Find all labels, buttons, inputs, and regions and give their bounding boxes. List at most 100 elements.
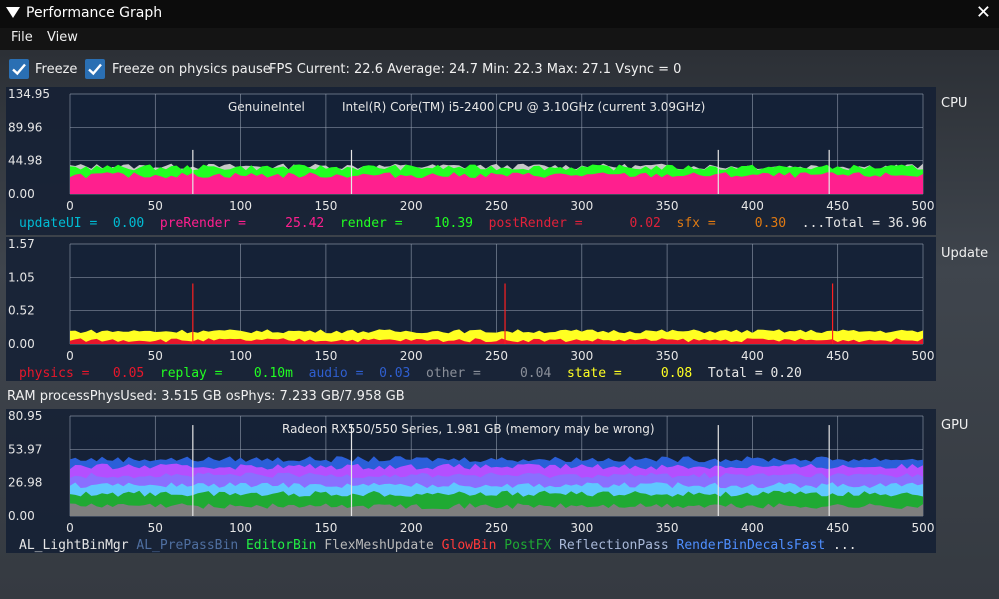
x-tick-label: 150 [314,349,337,363]
ram-readout: RAM processPhysUsed: 3.515 GB osPhys: 7.… [7,389,405,404]
x-tick-label: 350 [656,199,679,213]
cpu-graph: 134.95 89.96 44.98 0.00 0 50 100 150 200 250 300 35… [8,87,935,213]
legend-series-name: EditorBin [245,538,325,553]
x-tick-label: 100 [229,349,252,363]
legend-series-value: 25.42 [261,216,340,231]
check-icon [12,63,26,76]
y-tick-label: 89.96 [8,120,42,134]
gpu-panel-label: GPU [941,418,969,433]
y-tick-label: 26.98 [8,476,42,490]
gpu-graph-panel: 80.95 53.97 26.98 0.00 0 50 100 150 200 250 300 350… [6,409,936,553]
x-tick-label: 400 [741,521,764,535]
legend-series-name: ReflectionPass [559,538,677,553]
legend-series-name: GlowBin [441,538,505,553]
x-tick-label: 400 [741,199,764,213]
freeze-physics-label: Freeze on physics pause [112,62,271,77]
legend-total: ...Total = 36.96 [801,216,927,231]
x-tick-label: 100 [229,199,252,213]
fps-readout: FPS Current: 22.6 Average: 24.7 Min: 22.… [269,62,682,77]
gpu-model: Radeon RX550/550 Series, 1.981 GB (memor… [282,422,655,436]
x-tick-label: 200 [400,521,423,535]
legend-series-name: audio = [308,366,372,381]
cpu-legend: updateUI = 0.00 preRender = 25.42 render… [19,216,927,231]
legend-series-value: 10.39 [410,216,489,231]
update-graph-panel: 1.57 1.05 0.52 0.00 0 50 100 150 200 250 300 350 400… [6,237,936,381]
freeze-label: Freeze [35,62,78,77]
legend-series-value: 0.05 [105,366,160,381]
close-icon[interactable]: ✕ [976,4,991,22]
legend-series-name: AL_PrePassBin [136,538,246,553]
x-tick-label: 0 [66,521,74,535]
update-graph: 1.57 1.05 0.52 0.00 0 50 100 150 200 250 300 350 400… [8,237,935,363]
legend-more: ... [825,538,857,553]
update-panel-label: Update [941,246,989,261]
legend-series-name: updateUI = [19,216,106,231]
legend-series-name: sfx = [676,216,724,231]
legend-series-name: physics = [19,366,106,381]
menu-file[interactable]: File [11,30,33,45]
x-tick-label: 50 [148,199,163,213]
y-tick-label: 0.00 [8,187,35,201]
x-tick-label: 200 [400,349,423,363]
legend-series-value: 0.10m [230,366,309,381]
legend-series-name: other = [426,366,489,381]
triangle-down-icon[interactable] [6,7,20,18]
y-tick-label: 80.95 [8,409,42,423]
y-tick-label: 53.97 [8,442,42,456]
x-tick-label: 150 [314,521,337,535]
x-tick-label: 100 [229,521,252,535]
x-tick-label: 250 [485,349,508,363]
legend-series-value: 0.03 [371,366,427,381]
y-tick-label: 0.00 [8,337,35,351]
x-tick-label: 450 [826,349,849,363]
x-tick-label: 50 [148,349,163,363]
legend-series-name: render = [339,216,411,231]
x-tick-label: 350 [656,521,679,535]
x-tick-label: 500 [912,199,935,213]
x-tick-label: 0 [66,199,74,213]
legend-total: Total = 0.20 [707,366,802,381]
legend-series-name: FlexMeshUpdate [324,538,442,553]
legend-series-name: replay = [159,366,231,381]
legend-series-name: postRender = [488,216,599,231]
legend-series-name: RenderBinDecalsFast [676,538,826,553]
window-title: Performance Graph [26,5,163,21]
x-tick-label: 500 [912,521,935,535]
x-tick-label: 250 [485,199,508,213]
x-tick-label: 300 [570,521,593,535]
x-tick-label: 0 [66,349,74,363]
x-tick-label: 150 [314,199,337,213]
x-tick-label: 300 [570,199,593,213]
x-tick-label: 450 [826,521,849,535]
y-tick-label: 134.95 [8,87,50,101]
cpu-graph-panel: 134.95 89.96 44.98 0.00 0 50 100 150 200 250 300 35… [6,87,936,235]
legend-series-name: preRender = [159,216,262,231]
menu-view[interactable]: View [47,30,78,45]
legend-series-value: 0.02 [598,216,677,231]
x-tick-label: 200 [400,199,423,213]
legend-series-value: 0.30 [723,216,802,231]
x-tick-label: 450 [826,199,849,213]
freeze-checkbox[interactable] [9,59,29,79]
menu-bar: File View [0,28,999,50]
y-tick-label: 0.52 [8,304,35,318]
x-tick-label: 300 [570,349,593,363]
x-tick-label: 500 [912,349,935,363]
check-icon [88,63,102,76]
y-tick-label: 1.57 [8,237,35,251]
y-tick-label: 1.05 [8,270,35,284]
legend-series-value: 0.04 [488,366,567,381]
cpu-vendor: GenuineIntel [228,100,305,114]
cpu-panel-label: CPU [941,96,968,111]
gpu-graph: 80.95 53.97 26.98 0.00 0 50 100 150 200 250 300 350… [8,409,935,535]
legend-series-name: state = [566,366,630,381]
controls-row: Freeze Freeze on physics pause FPS Curre… [0,58,999,84]
update-legend: physics = 0.05 replay = 0.10m audio = 0.… [19,366,802,381]
gpu-legend: AL_LightBinMgr AL_PrePassBin EditorBin F… [19,538,857,553]
y-tick-label: 0.00 [8,509,35,523]
x-tick-label: 250 [485,521,508,535]
freeze-physics-checkbox[interactable] [85,59,105,79]
legend-series-name: PostFX [504,538,560,553]
y-tick-label: 44.98 [8,154,42,168]
legend-series-value: 0.00 [105,216,160,231]
